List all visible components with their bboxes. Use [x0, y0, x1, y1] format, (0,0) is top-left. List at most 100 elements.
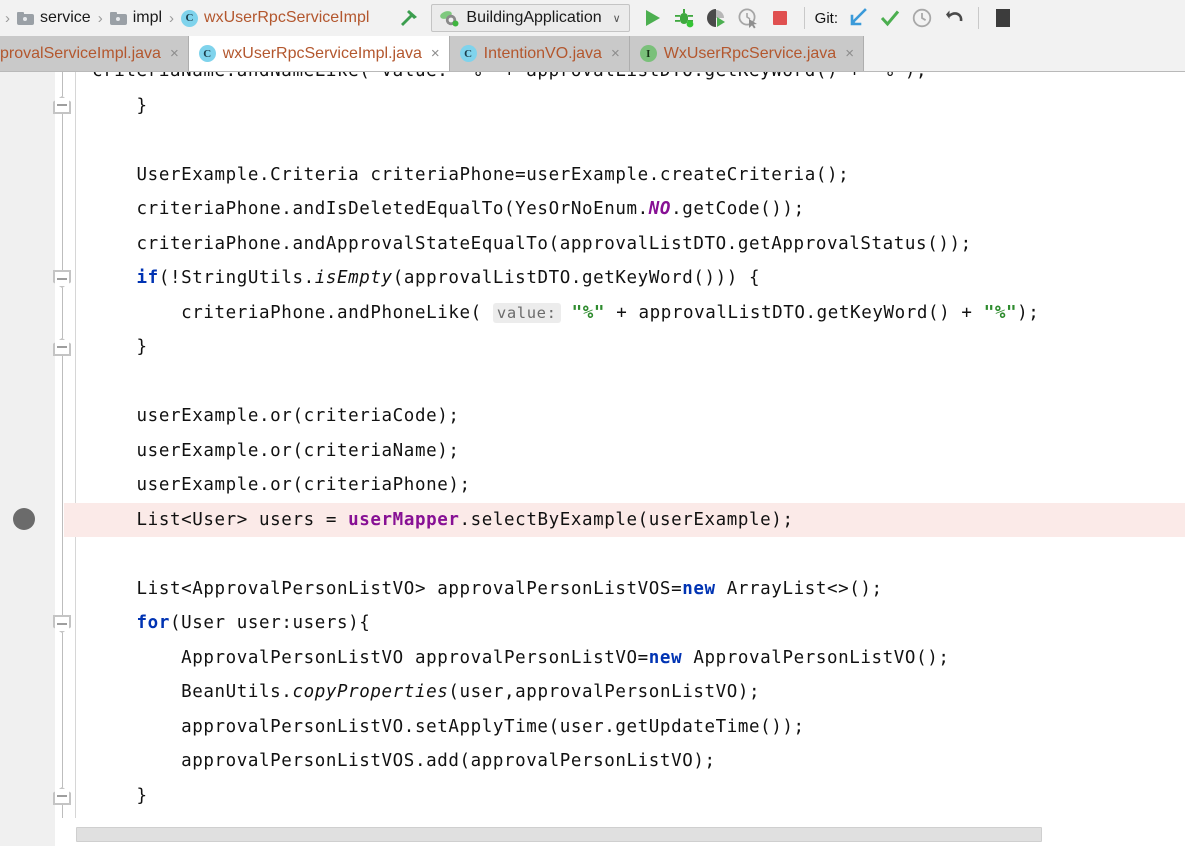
editor-tab-wx-user-rpc-service-impl[interactable]: C wxUserRpcServiceImpl.java × [188, 36, 450, 71]
token-keyword: new [648, 648, 683, 668]
rollback-button[interactable] [941, 5, 967, 31]
token-string: "%" [983, 303, 1018, 323]
code-line: } [76, 89, 1185, 123]
breadcrumb-separator: › [97, 9, 103, 27]
toolbar-divider [978, 7, 980, 29]
undo-arrow-icon [946, 10, 963, 22]
git-label: Git: [814, 9, 839, 27]
editor-tab-intention-vo[interactable]: C IntentionVO.java × [449, 36, 630, 71]
class-icon: C [198, 45, 216, 62]
coverage-icon [706, 9, 725, 27]
fold-start-icon[interactable] [53, 615, 73, 635]
token-field: userMapper [348, 510, 460, 530]
arrow-down-left-icon [850, 8, 867, 26]
code-line: userExample.or(criteriaPhone); [76, 468, 1185, 502]
stop-button[interactable] [767, 5, 793, 31]
code-line-text: approvalPersonListVOS.add(approvalPerson… [92, 751, 716, 771]
code-line: if(!StringUtils.isEmpty(approvalListDTO.… [136, 268, 761, 288]
code-line: List<User> users = userMapper.selectByEx… [92, 510, 794, 530]
code-line: } [76, 330, 1185, 364]
code-line-text: userExample.or(criteriaName); [92, 441, 460, 461]
horizontal-scrollbar[interactable] [76, 824, 1185, 846]
check-icon [880, 10, 900, 27]
editor-tab-wx-user-rpc-service[interactable]: I WxUserRpcService.java × [629, 36, 864, 71]
profile-button[interactable] [735, 5, 761, 31]
close-icon[interactable]: × [170, 45, 179, 62]
close-icon[interactable]: × [845, 45, 854, 62]
fold-rail [62, 72, 63, 818]
token-keyword: new [682, 579, 716, 599]
code-line-text: criteriaName.andNameLike( value: "%" + a… [92, 72, 927, 81]
tab-label: provalServiceImpl.java [0, 44, 161, 62]
breadcrumb-label: impl [132, 9, 163, 26]
editor-gutter[interactable] [0, 72, 55, 846]
code-line: userExample.or(criteriaCode); [76, 399, 1185, 433]
code-line: BeanUtils.copyProperties(user,approvalPe… [92, 682, 761, 702]
fold-end-icon[interactable] [53, 787, 73, 807]
editor-tab-bar: provalServiceImpl.java × C wxUserRpcServ… [0, 36, 1185, 72]
build-project-button[interactable] [396, 5, 422, 31]
folder-icon [109, 11, 127, 25]
inlay-parameter-hint: value: [492, 303, 561, 323]
breadcrumb-separator: › [169, 9, 175, 27]
ide-window: › service › impl › C wxUserRpcServiceImp… [0, 0, 1185, 846]
breadcrumb-item-service[interactable]: service [15, 8, 93, 28]
update-project-button[interactable] [845, 5, 871, 31]
code-line: approvalPersonListVOS.add(approvalPerson… [76, 744, 1185, 778]
folder-icon [17, 11, 34, 25]
breadcrumb-separator: › [5, 9, 10, 27]
muted-breakpoint[interactable] [13, 508, 35, 530]
close-icon[interactable]: × [431, 45, 440, 62]
tab-label: WxUserRpcService.java [663, 44, 837, 62]
class-icon: C [181, 9, 199, 27]
class-icon: C [459, 45, 477, 62]
code-line: criteriaName.andNameLike( value: "%" + a… [76, 72, 1185, 88]
breadcrumb-label: wxUserRpcServiceImpl [204, 9, 370, 26]
commit-button[interactable] [877, 5, 903, 31]
code-line: UserExample.Criteria criteriaPhone=userE… [76, 158, 1185, 192]
debug-button[interactable] [671, 5, 697, 31]
run-configuration-selector[interactable]: BuildingApplication ∨ [431, 4, 630, 32]
code-line-text: userExample.or(criteriaPhone); [92, 475, 471, 495]
run-button[interactable] [639, 5, 665, 31]
fold-start-icon[interactable] [53, 270, 73, 290]
run-with-coverage-button[interactable] [703, 5, 729, 31]
code-content[interactable]: criteriaName.andNameLike( value: "%" + a… [76, 72, 1185, 818]
play-icon [645, 10, 660, 26]
code-line-text: } [92, 337, 148, 357]
editor-tab-approval-service-impl[interactable]: provalServiceImpl.java × [0, 36, 189, 71]
dark-square-icon [996, 9, 1011, 27]
code-line: userExample.or(criteriaName); [76, 434, 1185, 468]
code-line-text: UserExample.Criteria criteriaPhone=userE… [92, 165, 850, 185]
code-line: ApprovalPersonListVO approvalPersonListV… [92, 648, 950, 668]
fold-end-icon[interactable] [53, 338, 73, 358]
tab-bar-filler [863, 36, 1185, 71]
main-toolbar: › service › impl › C wxUserRpcServiceImp… [0, 0, 1185, 36]
code-line: approvalPersonListVO.setApplyTime(user.g… [76, 710, 1185, 744]
search-everywhere-button[interactable] [990, 5, 1016, 31]
token-static-method: isEmpty [314, 268, 393, 288]
token-keyword: if [136, 268, 159, 288]
tab-label: wxUserRpcServiceImpl.java [222, 44, 422, 62]
history-button[interactable] [909, 5, 935, 31]
breadcrumb-item-class[interactable]: C wxUserRpcServiceImpl [179, 8, 371, 28]
profiler-icon [738, 8, 757, 29]
token-string: "%" [571, 303, 606, 323]
breadcrumb-item-impl[interactable]: impl [108, 8, 164, 28]
hammer-icon [401, 10, 418, 26]
code-line: List<ApprovalPersonListVO> approvalPerso… [92, 579, 883, 599]
token-keyword: for [136, 613, 170, 633]
token-static-field: NO [648, 199, 672, 219]
clock-icon [912, 8, 932, 28]
token-static-method: copyProperties [292, 682, 449, 702]
run-configuration-icon [440, 11, 459, 27]
horizontal-scrollbar-thumb[interactable] [76, 827, 1042, 842]
code-line: criteriaPhone.andApprovalStateEqualTo(ap… [76, 227, 1185, 261]
fold-end-icon[interactable] [53, 96, 73, 116]
code-line-text: } [92, 96, 148, 116]
close-icon[interactable]: × [611, 45, 620, 62]
code-editor[interactable]: criteriaName.andNameLike( value: "%" + a… [0, 72, 1185, 846]
